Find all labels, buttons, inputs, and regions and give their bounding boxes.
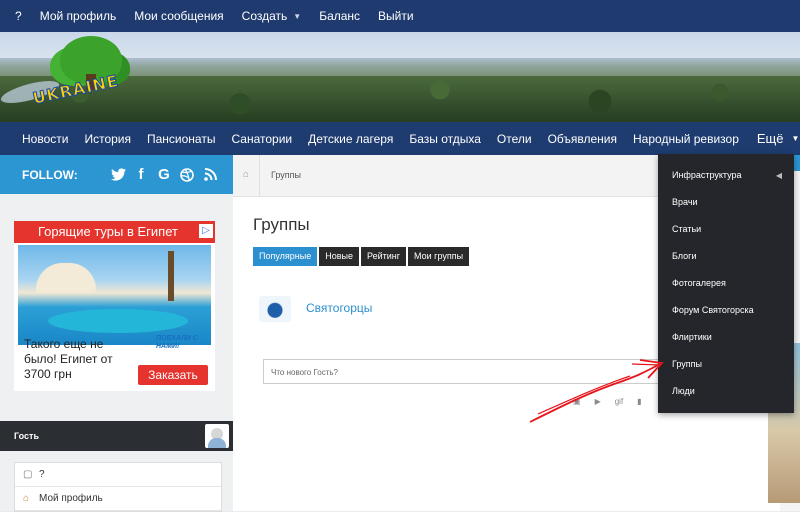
ad-banner[interactable]: Горящие туры в Египет ▷ Такого еще не бы… [14, 221, 215, 391]
group-name-link[interactable]: Святогорцы [306, 301, 372, 315]
nav-item-kids-camps[interactable]: Детские лагеря [300, 132, 401, 146]
page-icon: ▢ [23, 469, 33, 480]
ad-brand-logo: ПОЕХАЛИ С НАМИ! [156, 335, 198, 350]
user-bar: Гость [0, 421, 233, 451]
dribbble-icon[interactable] [176, 165, 198, 185]
nav-item-sanatoriums[interactable]: Санатории [223, 132, 300, 146]
user-menu-label: ? [39, 469, 45, 480]
breadcrumb-separator [259, 155, 260, 197]
ad-order-button[interactable]: Заказать [138, 365, 208, 385]
ad-headline: Горящие туры в Египет [14, 221, 215, 243]
dropdown-item-infrastructure[interactable]: Инфраструктура ◀ [658, 162, 794, 189]
nav-item-ads[interactable]: Объявления [540, 132, 625, 146]
google-icon[interactable]: G [153, 165, 175, 185]
my-profile-link[interactable]: Мой профиль [31, 9, 126, 23]
page-title: Группы [253, 215, 310, 234]
nav-item-recreation-bases[interactable]: Базы отдыха [401, 132, 489, 146]
my-messages-link[interactable]: Мои сообщения [125, 9, 232, 23]
avatar-body [208, 438, 226, 448]
dropdown-item-flirts[interactable]: Флиртики [658, 324, 794, 351]
ad-palm [168, 251, 174, 301]
dropdown-item-photo-gallery[interactable]: Фотогалерея [658, 270, 794, 297]
dropdown-label: Инфраструктура [672, 170, 742, 180]
group-avatar[interactable] [259, 296, 291, 322]
dropdown-item-blogs[interactable]: Блоги [658, 243, 794, 270]
rss-icon[interactable] [199, 165, 221, 185]
balance-link[interactable]: Баланс [310, 9, 369, 23]
ad-pool [48, 309, 188, 333]
nav-more-button[interactable]: Ещё ▼ [747, 131, 800, 146]
tab-popular[interactable]: Популярные [253, 247, 318, 266]
dropdown-item-articles[interactable]: Статьи [658, 216, 794, 243]
user-menu-item-help[interactable]: ▢ ? [15, 463, 221, 487]
nav-item-auditor[interactable]: Народный ревизор [625, 132, 747, 146]
ad-text: Такого еще не было! Египет от 3700 грн [24, 337, 113, 381]
tab-new[interactable]: Новые [319, 247, 359, 266]
chevron-left-icon: ◀ [775, 171, 782, 180]
chevron-down-icon: ▼ [293, 11, 302, 21]
site-logo[interactable]: UKRAINE [22, 32, 142, 112]
logout-link[interactable]: Выйти [369, 9, 423, 23]
dropdown-item-forum[interactable]: Форум Святогорска [658, 297, 794, 324]
more-dropdown: Инфраструктура ◀ Врачи Статьи Блоги Фотог… [658, 154, 794, 413]
nav-item-hotels[interactable]: Отели [489, 132, 540, 146]
user-name: Гость [14, 431, 39, 441]
nav-more-label: Ещё [756, 131, 784, 146]
group-tabs: Популярные Новые Рейтинг Мои группы [253, 247, 471, 266]
home-icon[interactable]: ⌂ [243, 169, 255, 181]
ad-villa [36, 263, 96, 293]
chevron-down-icon: ▼ [791, 134, 800, 143]
nav-item-news[interactable]: Новости [14, 132, 76, 146]
user-menu-item-profile[interactable]: ⌂ Мой профиль [15, 487, 221, 511]
avatar[interactable] [205, 424, 229, 448]
user-menu-label: Мой профиль [39, 493, 103, 504]
tab-rating[interactable]: Рейтинг [361, 247, 407, 266]
annotation-arrow-icon [529, 359, 664, 423]
help-link[interactable]: ? [6, 9, 31, 23]
ad-image [18, 245, 211, 345]
twitter-icon[interactable] [107, 165, 129, 185]
facebook-icon[interactable]: f [130, 165, 152, 185]
ad-choices-icon[interactable]: ▷ [199, 224, 213, 238]
create-label: Создать [241, 9, 288, 23]
nav-item-boarding-houses[interactable]: Пансионаты [139, 132, 223, 146]
header-banner: UKRAINE [0, 32, 800, 122]
dropdown-item-groups[interactable]: Группы [658, 351, 794, 378]
nav-item-history[interactable]: История [76, 132, 139, 146]
create-menu[interactable]: Создать ▼ [233, 9, 311, 23]
home-icon: ⌂ [23, 493, 30, 504]
breadcrumb-current: Группы [271, 170, 301, 180]
follow-label: FOLLOW: [22, 167, 78, 182]
follow-bar: FOLLOW: f G [0, 155, 233, 194]
main-nav: Новости История Пансионаты Санатории Дет… [0, 122, 800, 155]
user-menu: ▢ ? ⌂ Мой профиль [14, 462, 222, 512]
tab-my-groups[interactable]: Мои группы [408, 247, 470, 266]
dropdown-item-people[interactable]: Люди [658, 378, 794, 405]
dropdown-item-doctors[interactable]: Врачи [658, 189, 794, 216]
top-bar: ? Мой профиль Мои сообщения Создать ▼ Бал… [0, 0, 800, 32]
